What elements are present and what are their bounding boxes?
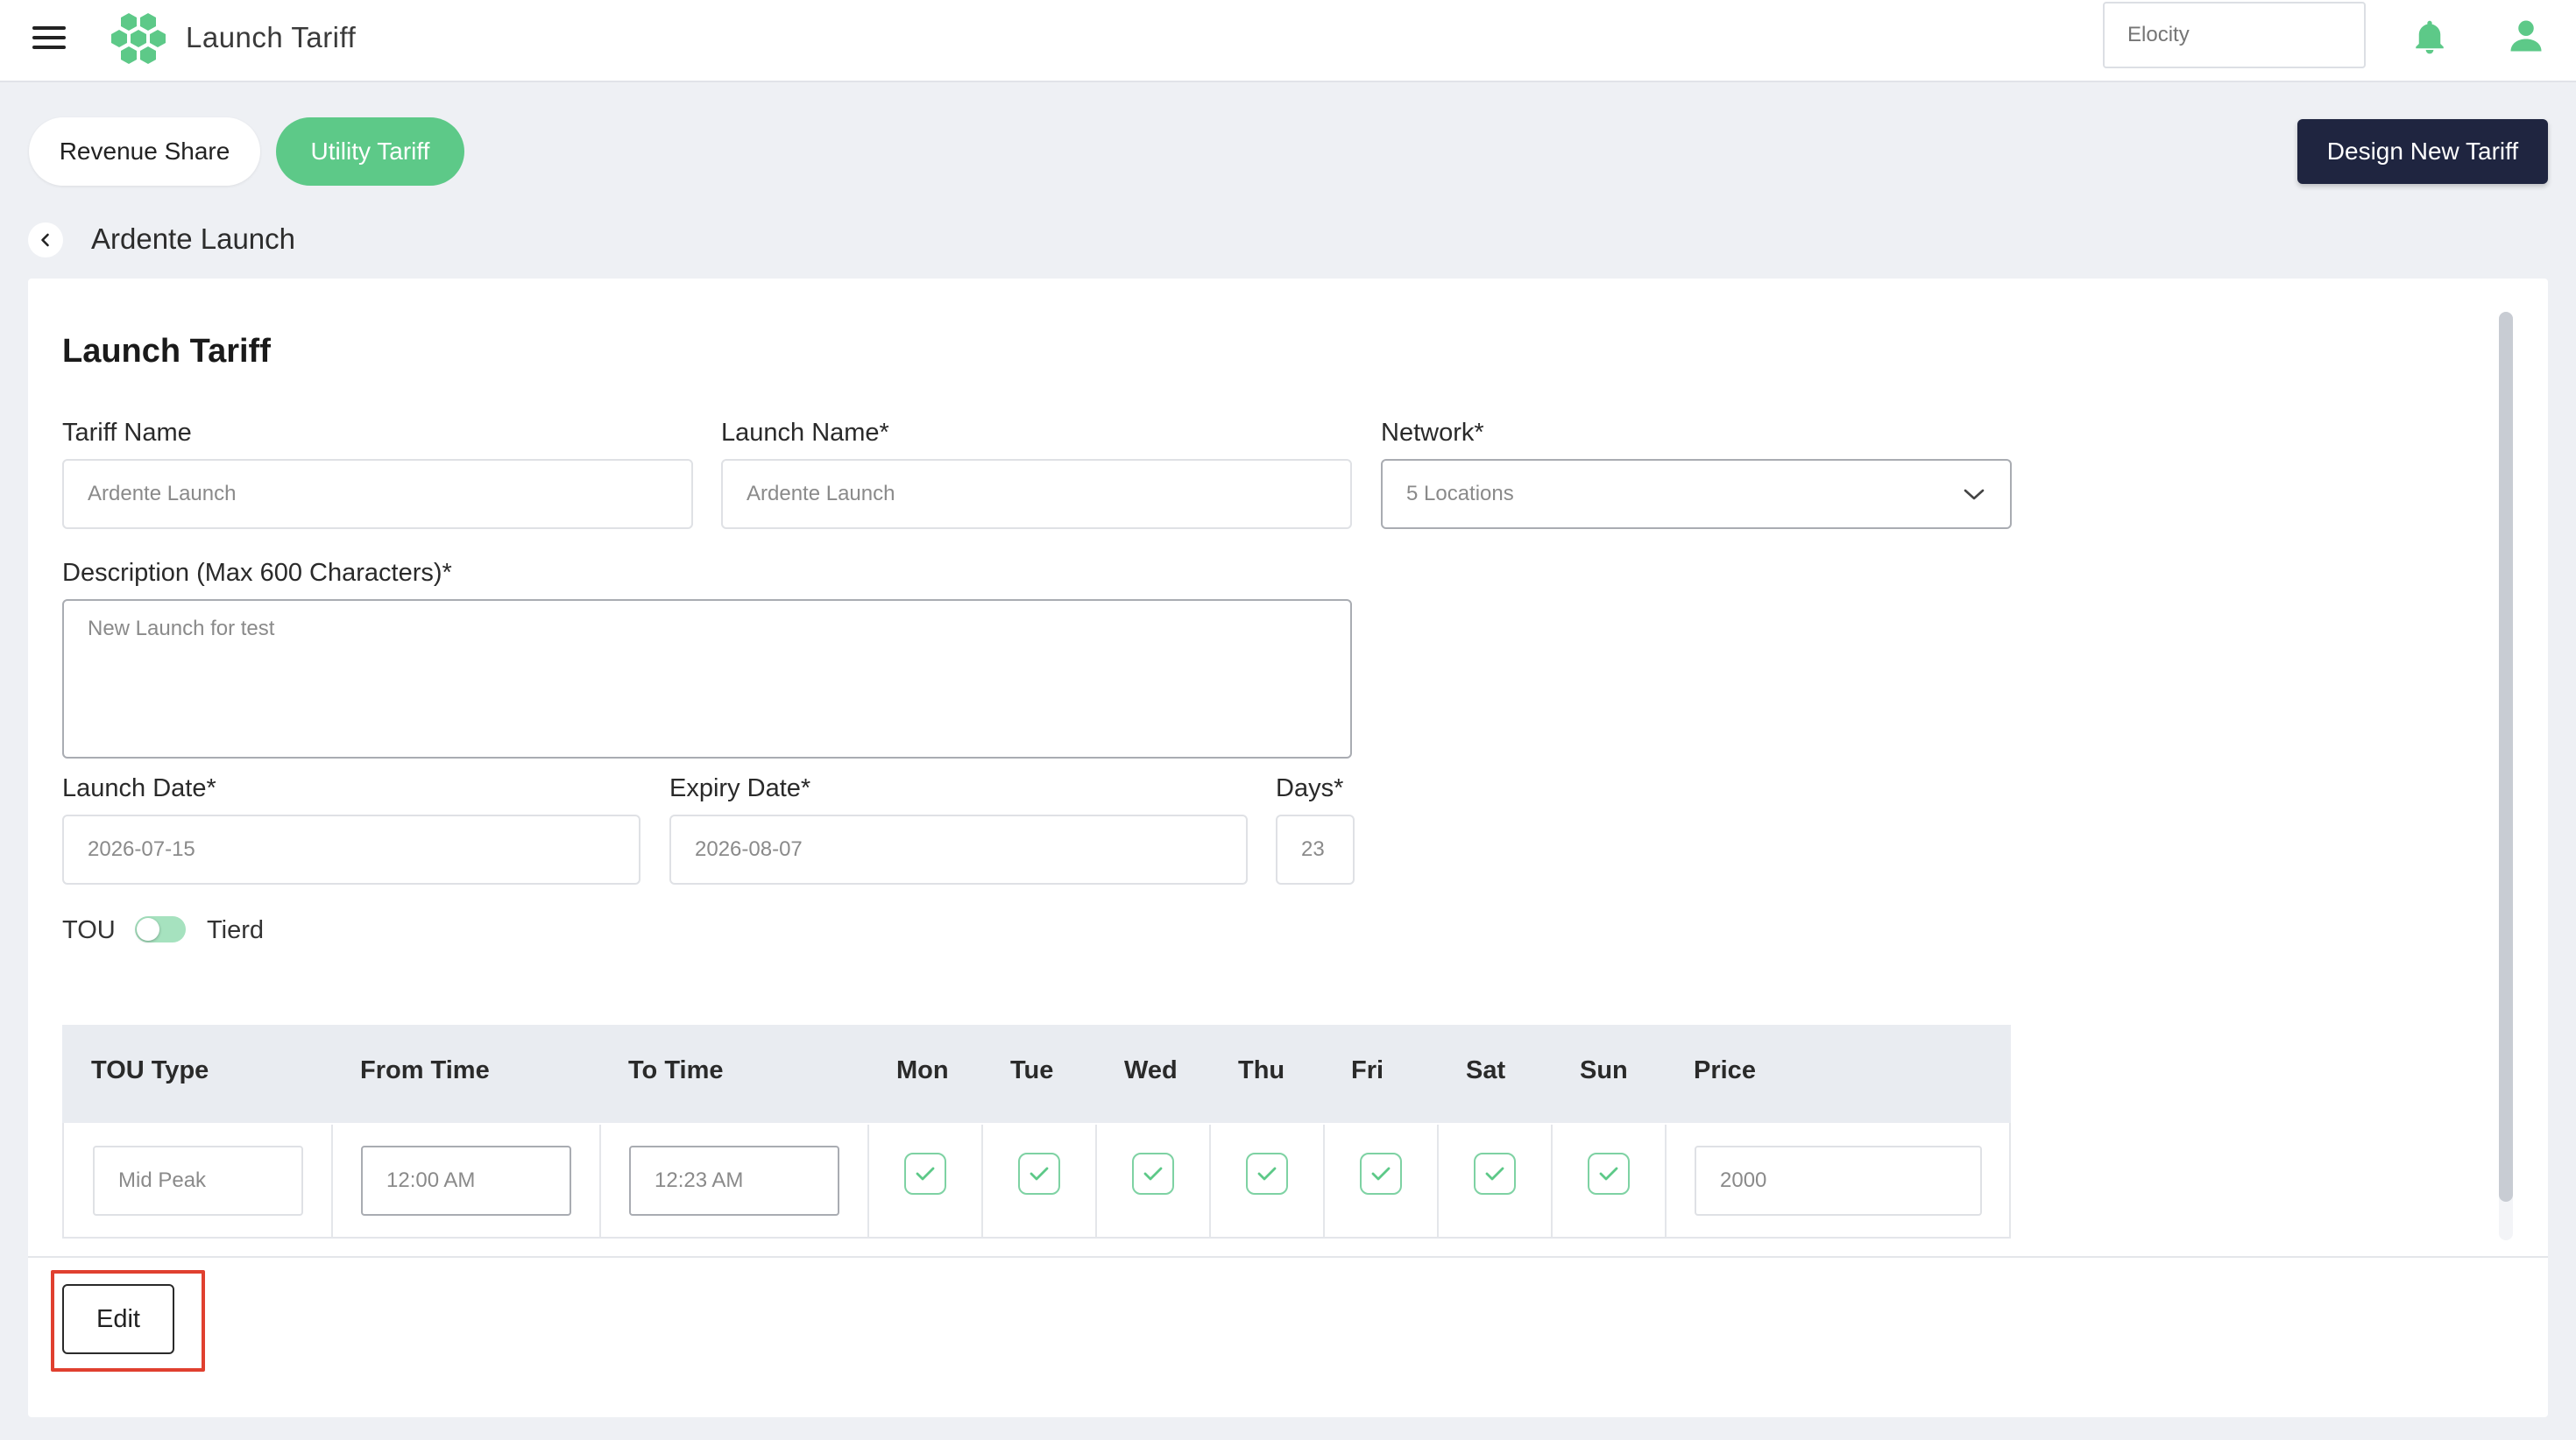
col-header-fri: Fri (1351, 1056, 1384, 1084)
description-label: Description (Max 600 Characters)* (62, 559, 452, 587)
expiry-date-label: Expiry Date* (669, 774, 811, 802)
check-icon (916, 1167, 935, 1181)
scrollbar-thumb[interactable] (2499, 312, 2513, 1202)
col-header-to-time: To Time (628, 1056, 724, 1084)
check-icon (1257, 1167, 1277, 1181)
col-header-price: Price (1694, 1056, 1756, 1084)
col-header-thu: Thu (1238, 1056, 1285, 1084)
days-input[interactable]: 23 (1276, 815, 1355, 885)
expiry-date-value: 2026-08-07 (695, 837, 803, 861)
from-time-value: 12:00 AM (386, 1168, 476, 1192)
column-divider (1665, 1125, 1667, 1237)
col-header-wed: Wed (1124, 1056, 1178, 1084)
toggle-label-tou: TOU (62, 916, 116, 944)
launch-name-label: Launch Name* (721, 419, 889, 447)
network-select[interactable]: 5 Locations (1381, 459, 2012, 529)
price-input[interactable]: 2000 (1695, 1146, 1982, 1216)
edit-button[interactable]: Edit (62, 1284, 174, 1354)
launch-name-input[interactable]: Ardente Launch (721, 459, 1352, 529)
tou-type-input[interactable]: Mid Peak (93, 1146, 303, 1216)
column-divider (599, 1125, 601, 1237)
organization-input[interactable] (2103, 2, 2366, 68)
column-divider (1209, 1125, 1211, 1237)
toggle-label-tierd: Tierd (207, 916, 264, 944)
column-divider (1323, 1125, 1325, 1237)
tariff-name-label: Tariff Name (62, 419, 192, 447)
app-title: Launch Tariff (186, 21, 357, 53)
logo-icon (111, 13, 166, 64)
col-header-sun: Sun (1580, 1056, 1628, 1084)
launch-date-value: 2026-07-15 (88, 837, 195, 861)
checkbox-sun[interactable] (1588, 1153, 1630, 1195)
checkbox-sat[interactable] (1474, 1153, 1516, 1195)
check-icon (1485, 1167, 1504, 1181)
days-label: Days* (1276, 774, 1344, 802)
design-new-tariff-button[interactable]: Design New Tariff (2297, 119, 2548, 184)
days-value: 23 (1301, 837, 1325, 861)
toggle-knob (137, 918, 159, 941)
tab-utility-tariff[interactable]: Utility Tariff (276, 117, 464, 186)
description-textarea[interactable]: New Launch for test (62, 599, 1352, 759)
check-icon (1599, 1167, 1618, 1181)
col-header-tou-type: TOU Type (91, 1056, 209, 1084)
tariff-name-value: Ardente Launch (88, 482, 237, 505)
network-value: 5 Locations (1406, 482, 1514, 505)
description-value: New Launch for test (88, 617, 275, 640)
column-divider (1095, 1125, 1097, 1237)
launch-date-label: Launch Date* (62, 774, 216, 802)
footer-divider (28, 1256, 2548, 1258)
page-title: Ardente Launch (91, 222, 296, 255)
column-divider (331, 1125, 333, 1237)
chevron-left-icon (41, 233, 49, 247)
col-header-sat: Sat (1466, 1056, 1506, 1084)
from-time-input[interactable]: 12:00 AM (361, 1146, 571, 1216)
column-divider (1551, 1125, 1553, 1237)
check-icon (1371, 1167, 1391, 1181)
card-title: Launch Tariff (62, 333, 271, 370)
user-icon[interactable] (2508, 18, 2544, 54)
tariff-name-input[interactable]: Ardente Launch (62, 459, 693, 529)
checkbox-tue[interactable] (1018, 1153, 1060, 1195)
check-icon (1030, 1167, 1049, 1181)
price-value: 2000 (1720, 1168, 1767, 1192)
chevron-down-icon (1964, 489, 1985, 500)
check-icon (1143, 1167, 1163, 1181)
column-divider (981, 1125, 983, 1237)
checkbox-thu[interactable] (1246, 1153, 1288, 1195)
column-divider (1437, 1125, 1439, 1237)
top-bar: Launch Tariff (0, 0, 2576, 82)
to-time-input[interactable]: 12:23 AM (629, 1146, 839, 1216)
col-header-tue: Tue (1010, 1056, 1054, 1084)
network-label: Network* (1381, 419, 1484, 447)
launch-name-value: Ardente Launch (747, 482, 895, 505)
checkbox-fri[interactable] (1360, 1153, 1402, 1195)
expiry-date-input[interactable]: 2026-08-07 (669, 815, 1248, 885)
back-button[interactable] (28, 222, 63, 258)
launch-date-input[interactable]: 2026-07-15 (62, 815, 640, 885)
col-header-mon: Mon (896, 1056, 949, 1084)
checkbox-wed[interactable] (1132, 1153, 1174, 1195)
checkbox-mon[interactable] (904, 1153, 946, 1195)
bell-icon[interactable] (2411, 18, 2448, 58)
tou-type-value: Mid Peak (118, 1168, 207, 1192)
tou-tierd-toggle[interactable] (135, 916, 186, 942)
tab-revenue-share[interactable]: Revenue Share (29, 117, 260, 186)
menu-icon[interactable] (32, 26, 66, 53)
to-time-value: 12:23 AM (655, 1168, 744, 1192)
col-header-from-time: From Time (360, 1056, 490, 1084)
column-divider (867, 1125, 869, 1237)
